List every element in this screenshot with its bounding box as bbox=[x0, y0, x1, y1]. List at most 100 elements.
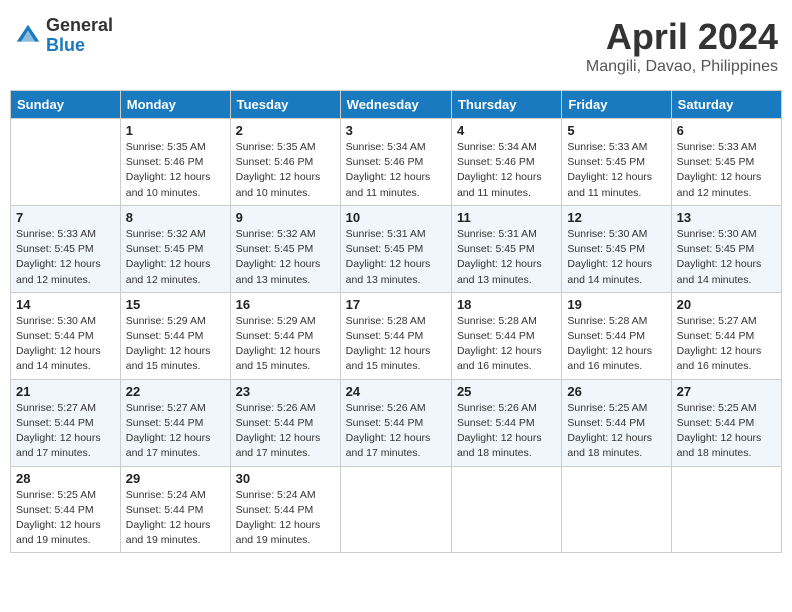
day-number: 12 bbox=[567, 210, 665, 225]
day-cell: 8Sunrise: 5:32 AM Sunset: 5:45 PM Daylig… bbox=[120, 205, 230, 292]
day-cell: 11 Sunrise: 5:31 AM Sunset: 5:45 PM Dayli… bbox=[451, 205, 561, 292]
day-info: Sunrise: 5:24 AM Sunset: 5:44 PM Dayligh… bbox=[126, 488, 225, 549]
day-info: Sunrise: 5:26 AM Sunset: 5:44 PM Dayligh… bbox=[457, 401, 556, 462]
day-cell: 2 Sunrise: 5:35 AM Sunset: 5:46 PM Daylig… bbox=[230, 119, 340, 206]
day-info: Sunrise: 5:30 AM Sunset: 5:45 PM Dayligh… bbox=[677, 227, 776, 288]
day-cell: 22 Sunrise: 5:27 AM Sunset: 5:44 PM Dayli… bbox=[120, 379, 230, 466]
header-day-sunday: Sunday bbox=[11, 91, 121, 119]
day-info: Sunrise: 5:33 AM Sunset: 5:45 PM Dayligh… bbox=[16, 227, 115, 288]
day-number: 7 bbox=[16, 210, 115, 225]
day-cell: 17 Sunrise: 5:28 AM Sunset: 5:44 PM Dayli… bbox=[340, 292, 451, 379]
day-cell: 4Sunrise: 5:34 AM Sunset: 5:46 PM Daylig… bbox=[451, 119, 561, 206]
day-info: Sunrise: 5:28 AM Sunset: 5:44 PM Dayligh… bbox=[346, 314, 446, 375]
day-number: 17 bbox=[346, 297, 446, 312]
header-day-friday: Friday bbox=[562, 91, 671, 119]
day-info: Sunrise: 5:27 AM Sunset: 5:44 PM Dayligh… bbox=[126, 401, 225, 462]
day-cell: 21 Sunrise: 5:27 AM Sunset: 5:44 PM Dayli… bbox=[11, 379, 121, 466]
day-cell: 20 Sunrise: 5:27 AM Sunset: 5:44 PM Dayli… bbox=[671, 292, 781, 379]
calendar-table: SundayMondayTuesdayWednesdayThursdayFrid… bbox=[10, 90, 782, 553]
day-number: 29 bbox=[126, 471, 225, 486]
day-cell: 26Sunrise: 5:25 AM Sunset: 5:44 PM Dayli… bbox=[562, 379, 671, 466]
title-block: April 2024 Mangili, Davao, Philippines bbox=[586, 16, 778, 76]
header-day-wednesday: Wednesday bbox=[340, 91, 451, 119]
day-number: 11 bbox=[457, 210, 556, 225]
header-row: SundayMondayTuesdayWednesdayThursdayFrid… bbox=[11, 91, 782, 119]
day-number: 13 bbox=[677, 210, 776, 225]
day-cell bbox=[11, 119, 121, 206]
day-cell: 5 Sunrise: 5:33 AM Sunset: 5:45 PM Daylig… bbox=[562, 119, 671, 206]
logo: General Blue bbox=[14, 16, 113, 56]
day-number: 19 bbox=[567, 297, 665, 312]
day-info: Sunrise: 5:26 AM Sunset: 5:44 PM Dayligh… bbox=[346, 401, 446, 462]
week-row-4: 21 Sunrise: 5:27 AM Sunset: 5:44 PM Dayli… bbox=[11, 379, 782, 466]
day-info: Sunrise: 5:35 AM Sunset: 5:46 PM Dayligh… bbox=[126, 140, 225, 201]
day-number: 30 bbox=[236, 471, 335, 486]
day-cell bbox=[562, 466, 671, 553]
day-cell: 16 Sunrise: 5:29 AM Sunset: 5:44 PM Dayli… bbox=[230, 292, 340, 379]
day-cell: 10Sunrise: 5:31 AM Sunset: 5:45 PM Dayli… bbox=[340, 205, 451, 292]
day-info: Sunrise: 5:33 AM Sunset: 5:45 PM Dayligh… bbox=[567, 140, 665, 201]
logo-general: General bbox=[46, 16, 113, 36]
day-number: 9 bbox=[236, 210, 335, 225]
day-info: Sunrise: 5:25 AM Sunset: 5:44 PM Dayligh… bbox=[16, 488, 115, 549]
day-cell: 15Sunrise: 5:29 AM Sunset: 5:44 PM Dayli… bbox=[120, 292, 230, 379]
day-cell: 28 Sunrise: 5:25 AM Sunset: 5:44 PM Dayli… bbox=[11, 466, 121, 553]
day-number: 24 bbox=[346, 384, 446, 399]
day-cell: 1 Sunrise: 5:35 AM Sunset: 5:46 PM Daylig… bbox=[120, 119, 230, 206]
day-number: 14 bbox=[16, 297, 115, 312]
day-cell bbox=[451, 466, 561, 553]
day-info: Sunrise: 5:35 AM Sunset: 5:46 PM Dayligh… bbox=[236, 140, 335, 201]
day-cell: 6Sunrise: 5:33 AM Sunset: 5:45 PM Daylig… bbox=[671, 119, 781, 206]
day-info: Sunrise: 5:34 AM Sunset: 5:46 PM Dayligh… bbox=[457, 140, 556, 201]
day-cell: 23Sunrise: 5:26 AM Sunset: 5:44 PM Dayli… bbox=[230, 379, 340, 466]
week-row-1: 1 Sunrise: 5:35 AM Sunset: 5:46 PM Daylig… bbox=[11, 119, 782, 206]
day-cell: 30 Sunrise: 5:24 AM Sunset: 5:44 PM Dayli… bbox=[230, 466, 340, 553]
day-info: Sunrise: 5:32 AM Sunset: 5:45 PM Dayligh… bbox=[236, 227, 335, 288]
day-number: 5 bbox=[567, 123, 665, 138]
day-info: Sunrise: 5:27 AM Sunset: 5:44 PM Dayligh… bbox=[677, 314, 776, 375]
day-info: Sunrise: 5:31 AM Sunset: 5:45 PM Dayligh… bbox=[457, 227, 556, 288]
day-number: 22 bbox=[126, 384, 225, 399]
day-info: Sunrise: 5:34 AM Sunset: 5:46 PM Dayligh… bbox=[346, 140, 446, 201]
header: General Blue April 2024 Mangili, Davao, … bbox=[10, 10, 782, 82]
day-cell bbox=[340, 466, 451, 553]
logo-blue: Blue bbox=[46, 36, 113, 56]
header-day-tuesday: Tuesday bbox=[230, 91, 340, 119]
day-info: Sunrise: 5:24 AM Sunset: 5:44 PM Dayligh… bbox=[236, 488, 335, 549]
day-number: 27 bbox=[677, 384, 776, 399]
day-cell: 7 Sunrise: 5:33 AM Sunset: 5:45 PM Daylig… bbox=[11, 205, 121, 292]
day-info: Sunrise: 5:27 AM Sunset: 5:44 PM Dayligh… bbox=[16, 401, 115, 462]
week-row-5: 28 Sunrise: 5:25 AM Sunset: 5:44 PM Dayli… bbox=[11, 466, 782, 553]
week-row-2: 7 Sunrise: 5:33 AM Sunset: 5:45 PM Daylig… bbox=[11, 205, 782, 292]
logo-text: General Blue bbox=[46, 16, 113, 56]
day-info: Sunrise: 5:28 AM Sunset: 5:44 PM Dayligh… bbox=[567, 314, 665, 375]
calendar-subtitle: Mangili, Davao, Philippines bbox=[586, 58, 778, 76]
day-number: 1 bbox=[126, 123, 225, 138]
day-number: 23 bbox=[236, 384, 335, 399]
header-day-saturday: Saturday bbox=[671, 91, 781, 119]
day-number: 3 bbox=[346, 123, 446, 138]
day-number: 10 bbox=[346, 210, 446, 225]
day-cell: 25 Sunrise: 5:26 AM Sunset: 5:44 PM Dayli… bbox=[451, 379, 561, 466]
day-cell: 9 Sunrise: 5:32 AM Sunset: 5:45 PM Daylig… bbox=[230, 205, 340, 292]
day-number: 18 bbox=[457, 297, 556, 312]
day-cell: 27Sunrise: 5:25 AM Sunset: 5:44 PM Dayli… bbox=[671, 379, 781, 466]
day-cell bbox=[671, 466, 781, 553]
day-info: Sunrise: 5:28 AM Sunset: 5:44 PM Dayligh… bbox=[457, 314, 556, 375]
day-info: Sunrise: 5:33 AM Sunset: 5:45 PM Dayligh… bbox=[677, 140, 776, 201]
week-row-3: 14 Sunrise: 5:30 AM Sunset: 5:44 PM Dayli… bbox=[11, 292, 782, 379]
day-cell: 12Sunrise: 5:30 AM Sunset: 5:45 PM Dayli… bbox=[562, 205, 671, 292]
day-cell: 3 Sunrise: 5:34 AM Sunset: 5:46 PM Daylig… bbox=[340, 119, 451, 206]
day-cell: 29 Sunrise: 5:24 AM Sunset: 5:44 PM Dayli… bbox=[120, 466, 230, 553]
day-number: 2 bbox=[236, 123, 335, 138]
day-info: Sunrise: 5:29 AM Sunset: 5:44 PM Dayligh… bbox=[236, 314, 335, 375]
day-info: Sunrise: 5:30 AM Sunset: 5:44 PM Dayligh… bbox=[16, 314, 115, 375]
calendar-title: April 2024 bbox=[586, 16, 778, 58]
day-number: 20 bbox=[677, 297, 776, 312]
day-number: 16 bbox=[236, 297, 335, 312]
day-number: 28 bbox=[16, 471, 115, 486]
day-number: 25 bbox=[457, 384, 556, 399]
day-cell: 24 Sunrise: 5:26 AM Sunset: 5:44 PM Dayli… bbox=[340, 379, 451, 466]
day-number: 21 bbox=[16, 384, 115, 399]
day-cell: 18 Sunrise: 5:28 AM Sunset: 5:44 PM Dayli… bbox=[451, 292, 561, 379]
